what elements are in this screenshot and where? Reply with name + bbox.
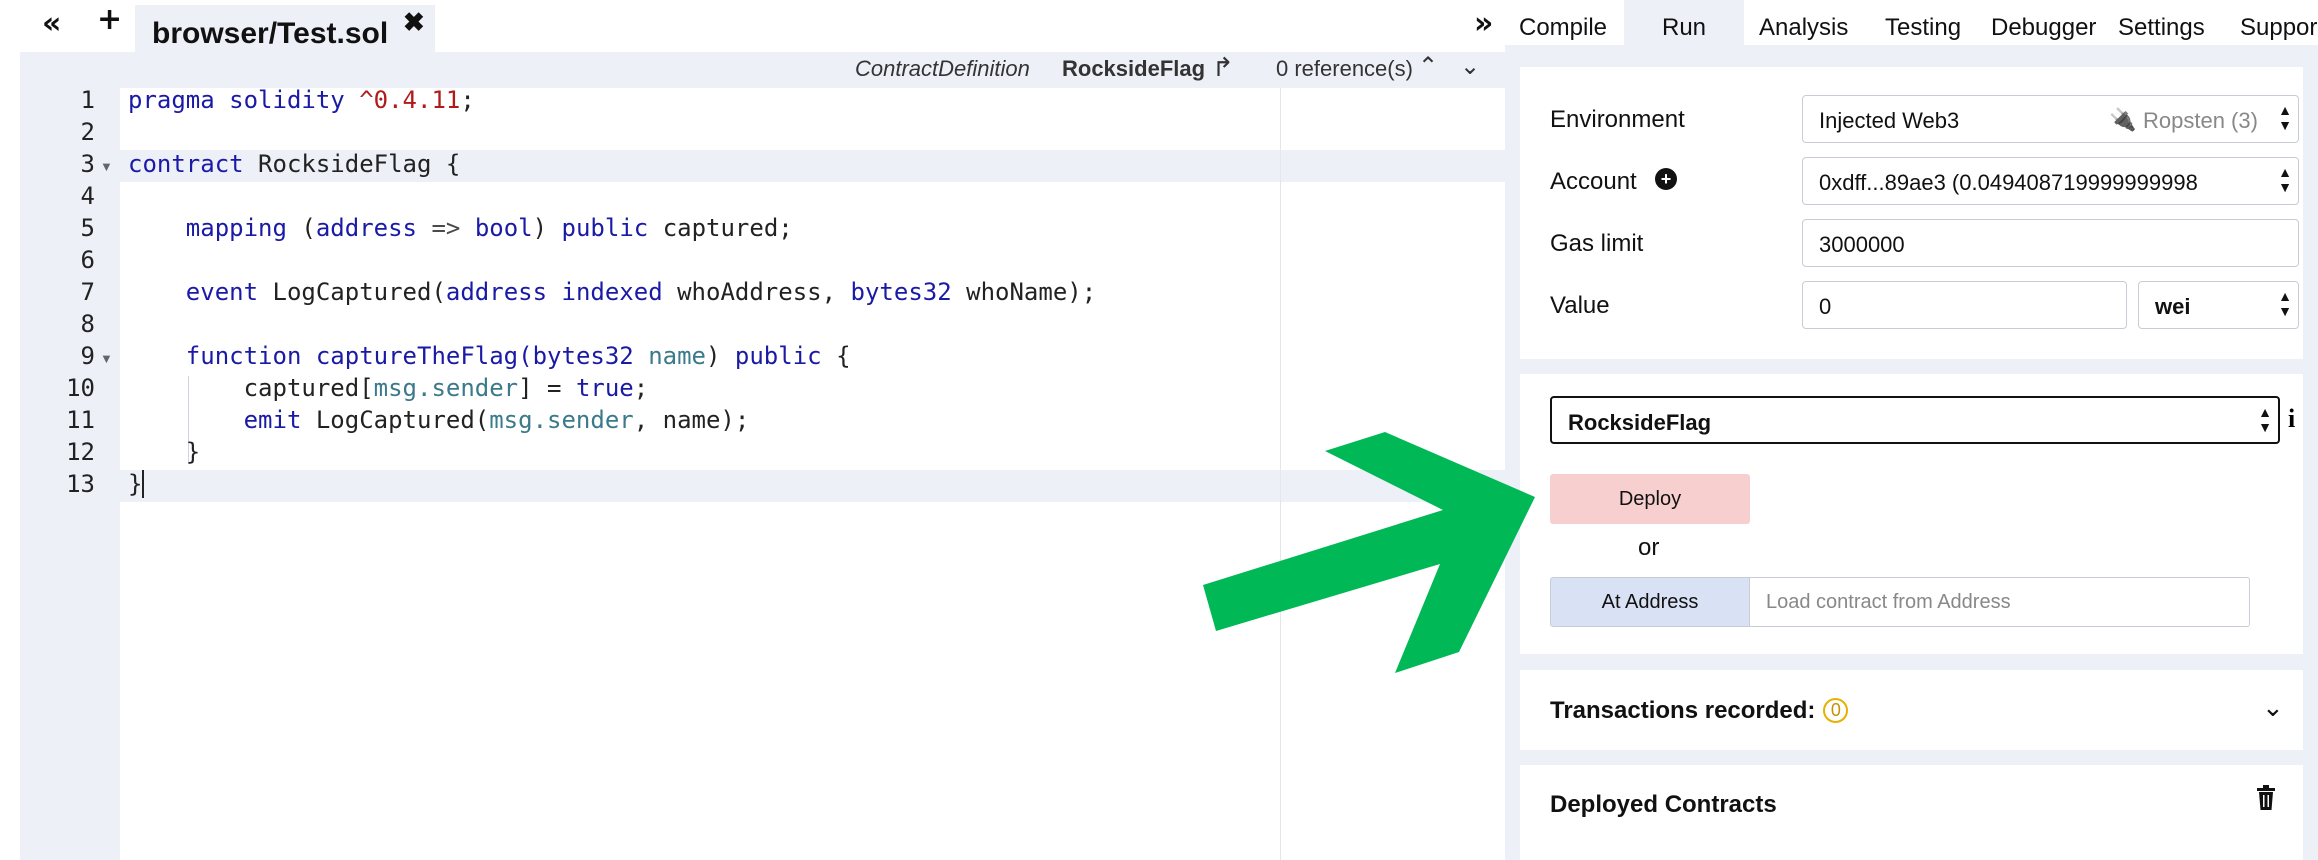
chevron-down-icon[interactable]: ⌄ [2262, 692, 2284, 723]
settings-card: Environment Injected Web3 🔌 Ropsten (3) … [1520, 67, 2303, 359]
print-margin [1280, 88, 1281, 860]
account-label: Account [1550, 168, 1637, 195]
tab-compile[interactable]: Compile [1519, 14, 1607, 42]
reference-count: 0 reference(s) [1276, 56, 1413, 81]
select-arrows-icon: ▲ ▼ [2258, 404, 2272, 435]
line-number: 3 [80, 150, 95, 178]
code-line-9: function captureTheFlag(bytes32 name) pu… [185, 342, 851, 370]
code-line-13: } [128, 470, 143, 498]
line-number: 4 [80, 182, 95, 210]
contract-select[interactable]: RocksideFlag ▲ ▼ [1550, 396, 2280, 444]
file-tab[interactable]: browser/Test.sol ✖ [135, 5, 435, 52]
context-kind: ContractDefinition [855, 56, 1030, 81]
value-input[interactable]: 0 [1802, 281, 2127, 329]
line-number: 5 [80, 214, 95, 242]
line-number: 9 [80, 342, 95, 370]
line-number: 7 [80, 278, 95, 306]
line-number: 1 [80, 86, 95, 114]
code-line-10: captured[msg.sender] = true; [243, 374, 649, 402]
file-tab-name: browser/Test.sol [152, 17, 389, 50]
deploy-button[interactable]: Deploy [1550, 474, 1750, 524]
line-number: 12 [66, 438, 95, 466]
tab-analysis[interactable]: Analysis [1759, 14, 1848, 42]
line-number: 10 [66, 374, 95, 402]
plug-icon: 🔌 [2109, 107, 2137, 132]
code-line-11: emit LogCaptured(msg.sender, name); [243, 406, 750, 434]
line-number: 11 [66, 406, 95, 434]
deployed-card: Deployed Contracts [1520, 765, 2303, 860]
select-arrows-icon: ▲ ▼ [2278, 164, 2292, 195]
editor-tabbar: « + browser/Test.sol ✖ [0, 0, 1505, 52]
context-contract: RocksideFlag [1062, 56, 1206, 81]
collapse-left-icon[interactable]: « [42, 6, 61, 41]
or-label: or [1638, 534, 1660, 561]
at-address-button[interactable]: At Address [1550, 577, 1750, 627]
line-number: 6 [80, 246, 95, 274]
gas-limit-label: Gas limit [1550, 230, 1644, 257]
unit-select[interactable]: wei ▲ ▼ [2138, 281, 2299, 329]
left-strip [0, 52, 20, 860]
active-line [120, 470, 1505, 502]
transactions-label: Transactions recorded: 0 [1550, 697, 1849, 725]
transactions-card[interactable]: Transactions recorded: 0 ⌄ [1520, 670, 2303, 750]
fold-arrow-icon[interactable]: ▼ [100, 351, 113, 366]
select-arrows-icon: ▲ ▼ [2278, 102, 2292, 133]
editor-pane: « + browser/Test.sol ✖ ContractDefinitio… [0, 0, 1505, 860]
code-line-7: event LogCaptured(address indexed whoAdd… [185, 278, 1097, 306]
code-line-3: contract RocksideFlag { [128, 150, 461, 178]
transactions-count-badge: 0 [1823, 698, 1849, 723]
tab-settings[interactable]: Settings [2118, 14, 2205, 42]
code-line-1: pragma solidity ^0.4.11; [128, 86, 475, 114]
collapse-right-icon[interactable]: » [1474, 6, 1493, 41]
load-address-input[interactable] [1750, 577, 2250, 627]
line-number: 2 [80, 118, 95, 146]
info-icon[interactable]: i [2288, 404, 2295, 434]
code-line-5: mapping (address => bool) public capture… [185, 214, 793, 242]
tab-testing[interactable]: Testing [1885, 14, 1961, 42]
fold-arrow-icon[interactable]: ▼ [100, 159, 113, 174]
line-number: 8 [80, 310, 95, 338]
account-select[interactable]: 0xdff...89ae3 (0.049408719999999998 ▲ ▼ [1802, 157, 2299, 205]
environment-select[interactable]: Injected Web3 🔌 Ropsten (3) ▲ ▼ [1802, 95, 2299, 143]
remix-ide: « + browser/Test.sol ✖ ContractDefinitio… [0, 0, 2318, 860]
tab-support[interactable]: Suppor [2240, 14, 2317, 42]
context-bar: ContractDefinition RocksideFlag ↱ 0 refe… [20, 52, 1505, 88]
contract-card: RocksideFlag ▲ ▼ i Deploy or At Address [1520, 374, 2303, 654]
deployed-contracts-label: Deployed Contracts [1550, 791, 1777, 818]
trash-icon[interactable] [2255, 785, 2277, 811]
text-cursor [142, 470, 144, 498]
chevron-down-icon[interactable]: ⌄ [1460, 52, 1480, 81]
line-number: 13 [66, 470, 95, 498]
gas-limit-input[interactable]: 3000000 [1802, 219, 2299, 267]
chevron-up-icon[interactable]: ⌃ [1418, 52, 1438, 81]
tab-run[interactable]: Run [1662, 14, 1706, 42]
add-file-icon[interactable]: + [97, 2, 122, 37]
code-line-12: } [185, 438, 201, 466]
close-tab-icon[interactable]: ✖ [403, 7, 425, 38]
tab-debugger[interactable]: Debugger [1991, 14, 2096, 42]
environment-label: Environment [1550, 106, 1685, 133]
add-account-icon[interactable]: + [1655, 168, 1677, 190]
network-name: Ropsten (3) [2143, 108, 2258, 133]
value-label: Value [1550, 292, 1610, 319]
select-arrows-icon: ▲ ▼ [2278, 288, 2292, 319]
share-icon[interactable]: ↱ [1212, 52, 1234, 83]
